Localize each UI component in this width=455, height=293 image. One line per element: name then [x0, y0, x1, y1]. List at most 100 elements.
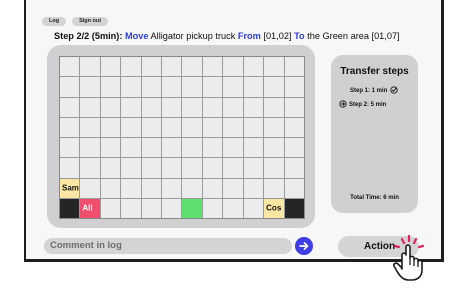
- grid-cell[interactable]: [284, 138, 304, 158]
- grid-cell[interactable]: [162, 138, 182, 158]
- grid-cell[interactable]: [264, 138, 284, 158]
- send-comment-button[interactable]: [295, 237, 313, 255]
- grid-cell[interactable]: [80, 117, 100, 137]
- grid-cell[interactable]: [121, 57, 141, 77]
- grid-cell[interactable]: [141, 117, 162, 137]
- grid-cell[interactable]: [60, 77, 80, 97]
- grid-cell-cos[interactable]: Cos: [264, 198, 284, 218]
- grid-cell[interactable]: [80, 77, 100, 97]
- grid-cell[interactable]: [264, 178, 284, 198]
- grid-cell[interactable]: [202, 138, 223, 158]
- grid-cell[interactable]: [223, 178, 243, 198]
- grid-cell[interactable]: [121, 138, 141, 158]
- grid-cell[interactable]: [243, 158, 264, 178]
- grid-cell[interactable]: [100, 138, 121, 158]
- grid-cell[interactable]: [223, 57, 243, 77]
- grid-cell[interactable]: [162, 77, 182, 97]
- grid-cell[interactable]: [202, 178, 223, 198]
- grid-cell[interactable]: [202, 57, 223, 77]
- grid-cell[interactable]: [162, 178, 182, 198]
- grid-cell[interactable]: [223, 158, 243, 178]
- grid-cell-all[interactable]: All: [80, 198, 100, 218]
- grid-cell[interactable]: [202, 97, 223, 117]
- grid-cell[interactable]: [100, 158, 121, 178]
- grid-cell[interactable]: [243, 178, 264, 198]
- grid-cell[interactable]: [223, 97, 243, 117]
- grid-cell[interactable]: [100, 178, 121, 198]
- grid-cell[interactable]: [60, 117, 80, 137]
- step-2-item[interactable]: Step 2: 5 min: [339, 100, 386, 110]
- grid-cell[interactable]: [141, 158, 162, 178]
- grid-cell[interactable]: [162, 57, 182, 77]
- grid-cell[interactable]: [264, 97, 284, 117]
- grid-cell[interactable]: [80, 57, 100, 77]
- grid-cell[interactable]: [223, 138, 243, 158]
- grid-cell[interactable]: [182, 138, 202, 158]
- grid-cell[interactable]: [202, 117, 223, 137]
- grid-cell[interactable]: [121, 198, 141, 218]
- grid-cell[interactable]: [264, 77, 284, 97]
- log-button[interactable]: Log: [42, 17, 67, 26]
- grid-cell[interactable]: [243, 138, 264, 158]
- grid-cell[interactable]: [100, 77, 121, 97]
- grid-cell-sam[interactable]: Sam: [60, 178, 80, 198]
- sign-out-button[interactable]: Sign out: [72, 17, 109, 26]
- grid-cell[interactable]: [141, 77, 162, 97]
- grid-cell[interactable]: [80, 178, 100, 198]
- grid-cell[interactable]: [243, 117, 264, 137]
- grid-cell[interactable]: [100, 198, 121, 218]
- step-1-item[interactable]: Step 1: 1 min: [350, 86, 398, 96]
- grid-cell[interactable]: [162, 198, 182, 218]
- grid-cell[interactable]: [223, 198, 243, 218]
- grid-cell[interactable]: [284, 77, 304, 97]
- grid-cell[interactable]: [100, 97, 121, 117]
- grid-cell[interactable]: [121, 178, 141, 198]
- grid-cell[interactable]: [141, 178, 162, 198]
- grid-cell[interactable]: [80, 97, 100, 117]
- grid-cell[interactable]: [182, 158, 202, 178]
- grid-cell[interactable]: [141, 97, 162, 117]
- grid-cell[interactable]: [284, 158, 304, 178]
- grid-cell[interactable]: [284, 57, 304, 77]
- grid-cell[interactable]: [243, 57, 264, 77]
- grid-cell[interactable]: [80, 158, 100, 178]
- grid-cell[interactable]: [60, 97, 80, 117]
- grid-cell[interactable]: [284, 178, 304, 198]
- grid-cell[interactable]: [182, 97, 202, 117]
- grid-cell[interactable]: [60, 138, 80, 158]
- grid-cell[interactable]: [182, 178, 202, 198]
- grid-cell[interactable]: [60, 57, 80, 77]
- grid-cell[interactable]: [162, 117, 182, 137]
- grid-cell[interactable]: [121, 77, 141, 97]
- grid-cell[interactable]: [60, 158, 80, 178]
- grid-cell[interactable]: [162, 97, 182, 117]
- grid-cell[interactable]: [264, 117, 284, 137]
- grid-cell[interactable]: [100, 117, 121, 137]
- grid-cell[interactable]: [121, 97, 141, 117]
- grid-cell[interactable]: [202, 77, 223, 97]
- grid-cell[interactable]: [162, 158, 182, 178]
- grid-cell[interactable]: [141, 198, 162, 218]
- grid-cell[interactable]: [202, 158, 223, 178]
- grid-cell[interactable]: [284, 117, 304, 137]
- grid-cell[interactable]: [243, 97, 264, 117]
- grid-cell[interactable]: [121, 158, 141, 178]
- grid-cell[interactable]: [264, 57, 284, 77]
- grid-cell[interactable]: [100, 57, 121, 77]
- grid-cell[interactable]: [182, 117, 202, 137]
- comment-input[interactable]: Comment in log: [44, 238, 292, 254]
- grid-cell[interactable]: [243, 77, 264, 97]
- grid-cell[interactable]: [284, 97, 304, 117]
- grid-cell[interactable]: [121, 117, 141, 137]
- grid-cell[interactable]: [141, 138, 162, 158]
- grid-cell[interactable]: [243, 198, 264, 218]
- grid-cell[interactable]: [223, 77, 243, 97]
- grid-cell[interactable]: [202, 198, 223, 218]
- grid-cell[interactable]: [182, 57, 202, 77]
- grid-cell[interactable]: [60, 198, 80, 218]
- grid-cell[interactable]: [264, 158, 284, 178]
- grid-cell[interactable]: [141, 57, 162, 77]
- grid-cell[interactable]: [80, 138, 100, 158]
- grid-cell[interactable]: [182, 198, 202, 218]
- grid-cell[interactable]: [284, 198, 304, 218]
